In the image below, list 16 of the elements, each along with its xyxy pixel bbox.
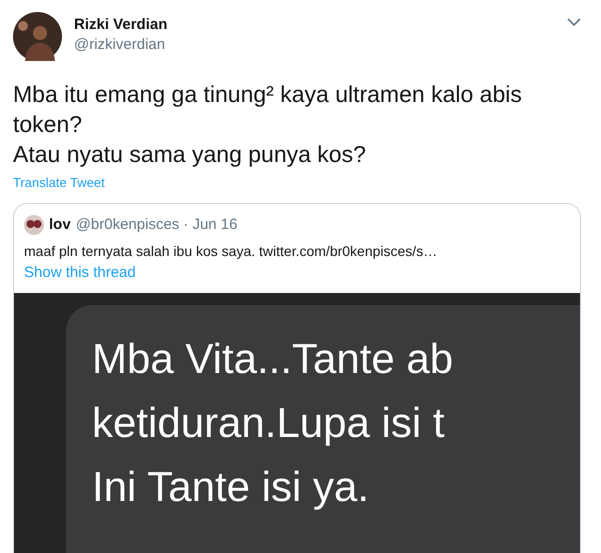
avatar	[24, 215, 44, 236]
message-text: ketiduran.Lupa isi t	[92, 398, 445, 448]
message-text: Ini Tante isi ya.	[92, 462, 370, 512]
user-name[interactable]: Rizki Verdian	[74, 15, 168, 35]
message-text: Mba Vita...Tante ab	[92, 334, 454, 384]
image-screenshot[interactable]: Mba Vita...Tante ab ketiduran.Lupa isi t Ini Tante isi ya.	[14, 292, 580, 553]
chevron-down-icon[interactable]	[567, 18, 581, 27]
tweet-text: Mba itu emang ga tinung² kaya ultramen kalo abis token?	[13, 80, 523, 139]
tweet-date: · Jun 16	[183, 215, 238, 235]
quoted-tweet-card[interactable]: lov @br0kenpisces · Jun 16 maaf pln ternyata salah ibu kos saya. twitter.com/br0kenpisces/s… Show this thread Mba Vita...Tante ab ketiduran.Lupa isi t Ini Tante isi ya.	[13, 203, 581, 553]
user-handle[interactable]: @rizkiverdian	[74, 35, 168, 55]
tweet-text: Atau nyatu sama yang punya kos?	[13, 140, 367, 169]
quoted-tweet-text: maaf pln ternyata salah ibu kos saya. twitter.com/br0kenpisces/s…	[23, 242, 438, 260]
user-handle: @br0kenpisces	[76, 215, 180, 235]
user-name: lov	[49, 215, 71, 235]
avatar[interactable]	[13, 12, 62, 61]
